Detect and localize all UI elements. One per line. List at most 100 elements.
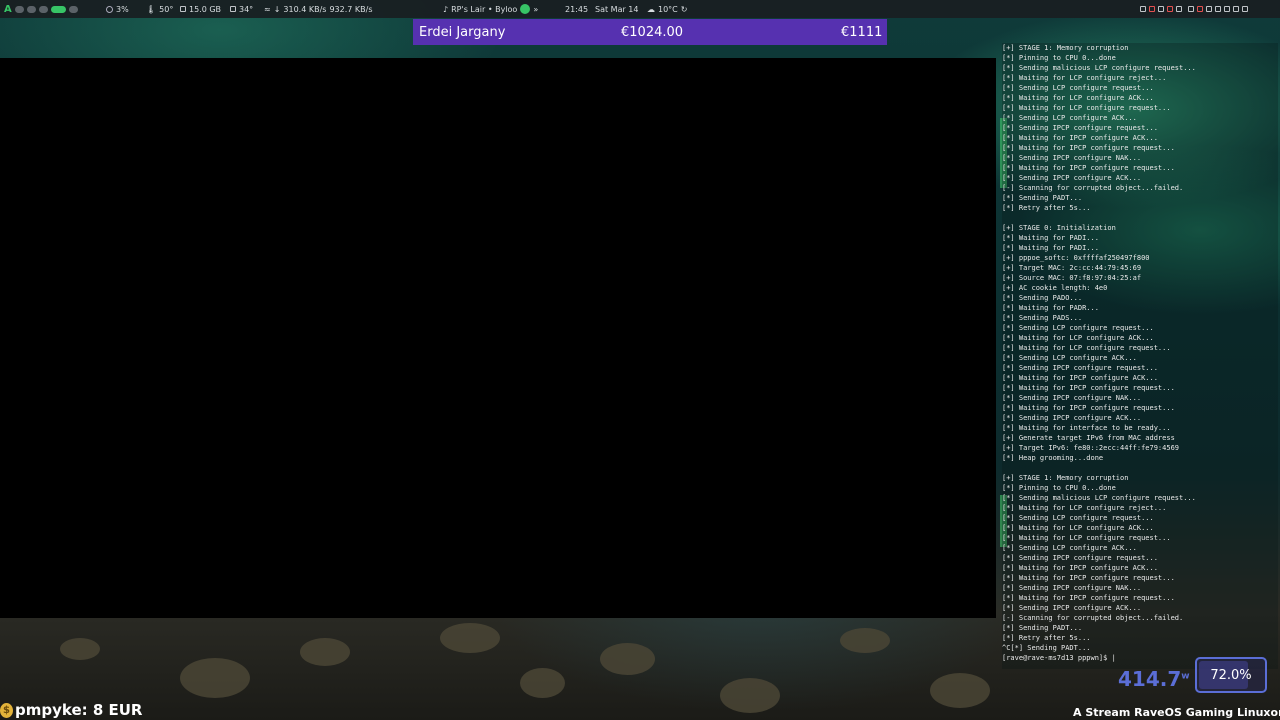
workspace-4-active[interactable] bbox=[50, 5, 66, 13]
terminal-line: [*] Waiting for PADI... bbox=[1002, 244, 1099, 252]
media-player[interactable]: ♪ RP's Lair • Byloo » bbox=[443, 0, 538, 18]
bluetooth-icon[interactable] bbox=[1224, 6, 1230, 12]
system-tray bbox=[1140, 0, 1182, 18]
tray-steam-icon[interactable] bbox=[1158, 6, 1164, 12]
terminal-line: [*] Waiting for interface to be ready... bbox=[1002, 424, 1171, 432]
next-track-icon[interactable]: » bbox=[533, 5, 538, 14]
terminal-line: [*] Sending LCP configure request... bbox=[1002, 84, 1154, 92]
tray-record-icon[interactable] bbox=[1149, 6, 1155, 12]
wifi-icon: ≈ bbox=[264, 4, 271, 14]
terminal-line: [*] Sending IPCP configure ACK... bbox=[1002, 414, 1142, 422]
net-down-value: 310.4 KB/s bbox=[283, 4, 327, 14]
donation-amount: €1024.00 bbox=[621, 24, 684, 40]
terminal-output: [+] STAGE 1: Memory corruption [*] Pinnin… bbox=[1002, 43, 1278, 663]
terminal-line: [*] Waiting for LCP configure reject... bbox=[1002, 74, 1167, 82]
terminal-line: [*] Sending IPCP configure request... bbox=[1002, 554, 1158, 562]
cloud-icon: ☁ bbox=[647, 4, 655, 14]
terminal-line: [*] Sending PADS... bbox=[1002, 314, 1083, 322]
terminal-line: [*] Pinning to CPU 0...done bbox=[1002, 484, 1116, 492]
donation-alert: $ pmpyke: 8 EUR bbox=[0, 700, 143, 720]
terminal-line: [*] Sending PADT... bbox=[1002, 194, 1083, 202]
terminal-line: [*] Waiting for LCP configure ACK... bbox=[1002, 334, 1154, 342]
notifications-icon[interactable] bbox=[1206, 6, 1212, 12]
terminal-line: [*] Waiting for LCP configure request... bbox=[1002, 534, 1171, 542]
terminal-line: [*] Sending IPCP configure request... bbox=[1002, 364, 1158, 372]
network-indicator[interactable]: ≈ ↓ 310.4 KB/s 932.7 KB/s bbox=[264, 0, 373, 18]
calendar[interactable]: Sat Mar 14 bbox=[595, 0, 638, 18]
clipboard-icon[interactable] bbox=[1188, 6, 1194, 12]
clock[interactable]: 21:45 bbox=[565, 0, 588, 18]
terminal-line: ^C[*] Sending PADT... bbox=[1002, 644, 1091, 652]
terminal-line: [*] Heap grooming...done bbox=[1002, 454, 1104, 462]
terminal-line: [*] Waiting for IPCP configure request..… bbox=[1002, 144, 1175, 152]
cpu-temp-indicator[interactable]: 🌡 50° bbox=[146, 0, 173, 18]
workspace-switcher: A bbox=[4, 0, 78, 18]
thermometer-icon: 🌡 bbox=[146, 4, 157, 14]
settings-icon[interactable] bbox=[1233, 6, 1239, 12]
terminal-line: [+] Target MAC: 2c:cc:44:79:45:69 bbox=[1002, 264, 1142, 272]
terminal-line: [*] Waiting for IPCP configure request..… bbox=[1002, 384, 1175, 392]
terminal-line: [+] Target IPv6: fe80::2ecc:44ff:fe79:45… bbox=[1002, 444, 1180, 452]
ram-indicator[interactable]: 15.0 GB bbox=[180, 0, 221, 18]
tray-app2-icon[interactable] bbox=[1176, 6, 1182, 12]
workspace-5[interactable] bbox=[68, 5, 78, 13]
terminal-line: [*] Sending IPCP configure request... bbox=[1002, 124, 1158, 132]
cpu-icon bbox=[106, 5, 113, 13]
tray-alert-icon[interactable] bbox=[1167, 6, 1173, 12]
power-unit: w bbox=[1181, 671, 1190, 682]
terminal-line: [*] Waiting for LCP configure reject... bbox=[1002, 504, 1167, 512]
terminal-line: [+] STAGE 1: Memory corruption bbox=[1002, 44, 1129, 52]
donor-name: Erdei Jargany bbox=[419, 24, 506, 40]
icon-down-arrow-icon: ↓ bbox=[273, 4, 281, 14]
gpu-temp-indicator[interactable]: 34° bbox=[230, 0, 253, 18]
app-menu-logo-icon[interactable]: A bbox=[4, 4, 12, 15]
clock-time: 21:45 bbox=[565, 4, 589, 14]
media-title: RP's Lair • Byloo bbox=[451, 4, 518, 14]
network-tray-icon[interactable] bbox=[1215, 6, 1221, 12]
play-pause-icon[interactable] bbox=[520, 4, 531, 14]
gpu-temp-value: 34° bbox=[239, 4, 254, 14]
tray-app-icon[interactable] bbox=[1140, 6, 1146, 12]
cpu-indicator[interactable]: 3% bbox=[106, 0, 129, 18]
terminal-line: [*] Sending LCP configure ACK... bbox=[1002, 114, 1137, 122]
terminal-window[interactable]: [+] STAGE 1: Memory corruption [*] Pinnin… bbox=[1002, 43, 1278, 669]
terminal-line: [*] Sending IPCP configure NAK... bbox=[1002, 154, 1142, 162]
terminal-line: [*] Retry after 5s... bbox=[1002, 204, 1091, 212]
ram-value: 15.0 GB bbox=[189, 4, 222, 14]
terminal-line: [*] Sending LCP configure request... bbox=[1002, 514, 1154, 522]
terminal-line: [*] Waiting for PADI... bbox=[1002, 234, 1099, 242]
music-note-icon: ♪ bbox=[443, 4, 449, 14]
terminal-line: [+] pppoe_softc: 0xffffaf250497f800 bbox=[1002, 254, 1150, 262]
terminal-line: [+] AC cookie length: 4e0 bbox=[1002, 284, 1108, 292]
gpu-icon bbox=[230, 6, 236, 12]
dollar-coin-icon: $ bbox=[0, 702, 13, 718]
terminal-line: [*] Waiting for LCP configure ACK... bbox=[1002, 524, 1154, 532]
top-panel: A 3% 🌡 50° 15.0 GB 34° ≈ ↓ 310.4 KB/s 93… bbox=[0, 0, 1280, 18]
terminal-line: [+] Generate target IPv6 from MAC addres… bbox=[1002, 434, 1175, 442]
cpu-temp-value: 50° bbox=[159, 4, 174, 14]
power-value: 414.7 bbox=[1118, 667, 1182, 691]
battery-percent: 72.0% bbox=[1210, 667, 1252, 683]
terminal-line: [*] Waiting for LCP configure ACK... bbox=[1002, 94, 1154, 102]
terminal-line: [*] Waiting for LCP configure request... bbox=[1002, 104, 1171, 112]
terminal-line: [*] Sending PADO... bbox=[1002, 294, 1083, 302]
terminal-line: [*] Waiting for IPCP configure request..… bbox=[1002, 594, 1175, 602]
terminal-line: [*] Sending IPCP configure ACK... bbox=[1002, 604, 1142, 612]
terminal-line: [*] Waiting for IPCP configure request..… bbox=[1002, 404, 1175, 412]
video-window[interactable] bbox=[0, 58, 996, 618]
terminal-line: [*] Sending IPCP configure ACK... bbox=[1002, 174, 1142, 182]
terminal-line: [*] Sending PADT... bbox=[1002, 624, 1083, 632]
workspace-2[interactable] bbox=[26, 5, 36, 13]
terminal-line: [+] Source MAC: 07:f8:97:04:25:af bbox=[1002, 274, 1142, 282]
power-menu-icon[interactable] bbox=[1242, 6, 1248, 12]
workspace-1[interactable] bbox=[14, 5, 24, 13]
donation-goal-bar: Erdei Jargany €1024.00 €1111 bbox=[413, 19, 887, 45]
workspace-3[interactable] bbox=[38, 5, 48, 13]
volume-muted-icon[interactable] bbox=[1197, 6, 1203, 12]
terminal-line: [*] Retry after 5s... bbox=[1002, 634, 1091, 642]
terminal-line: [*] Sending LCP configure ACK... bbox=[1002, 354, 1137, 362]
weather-indicator[interactable]: ☁ 10°C ↻ bbox=[647, 0, 687, 18]
refresh-icon[interactable]: ↻ bbox=[681, 5, 688, 14]
